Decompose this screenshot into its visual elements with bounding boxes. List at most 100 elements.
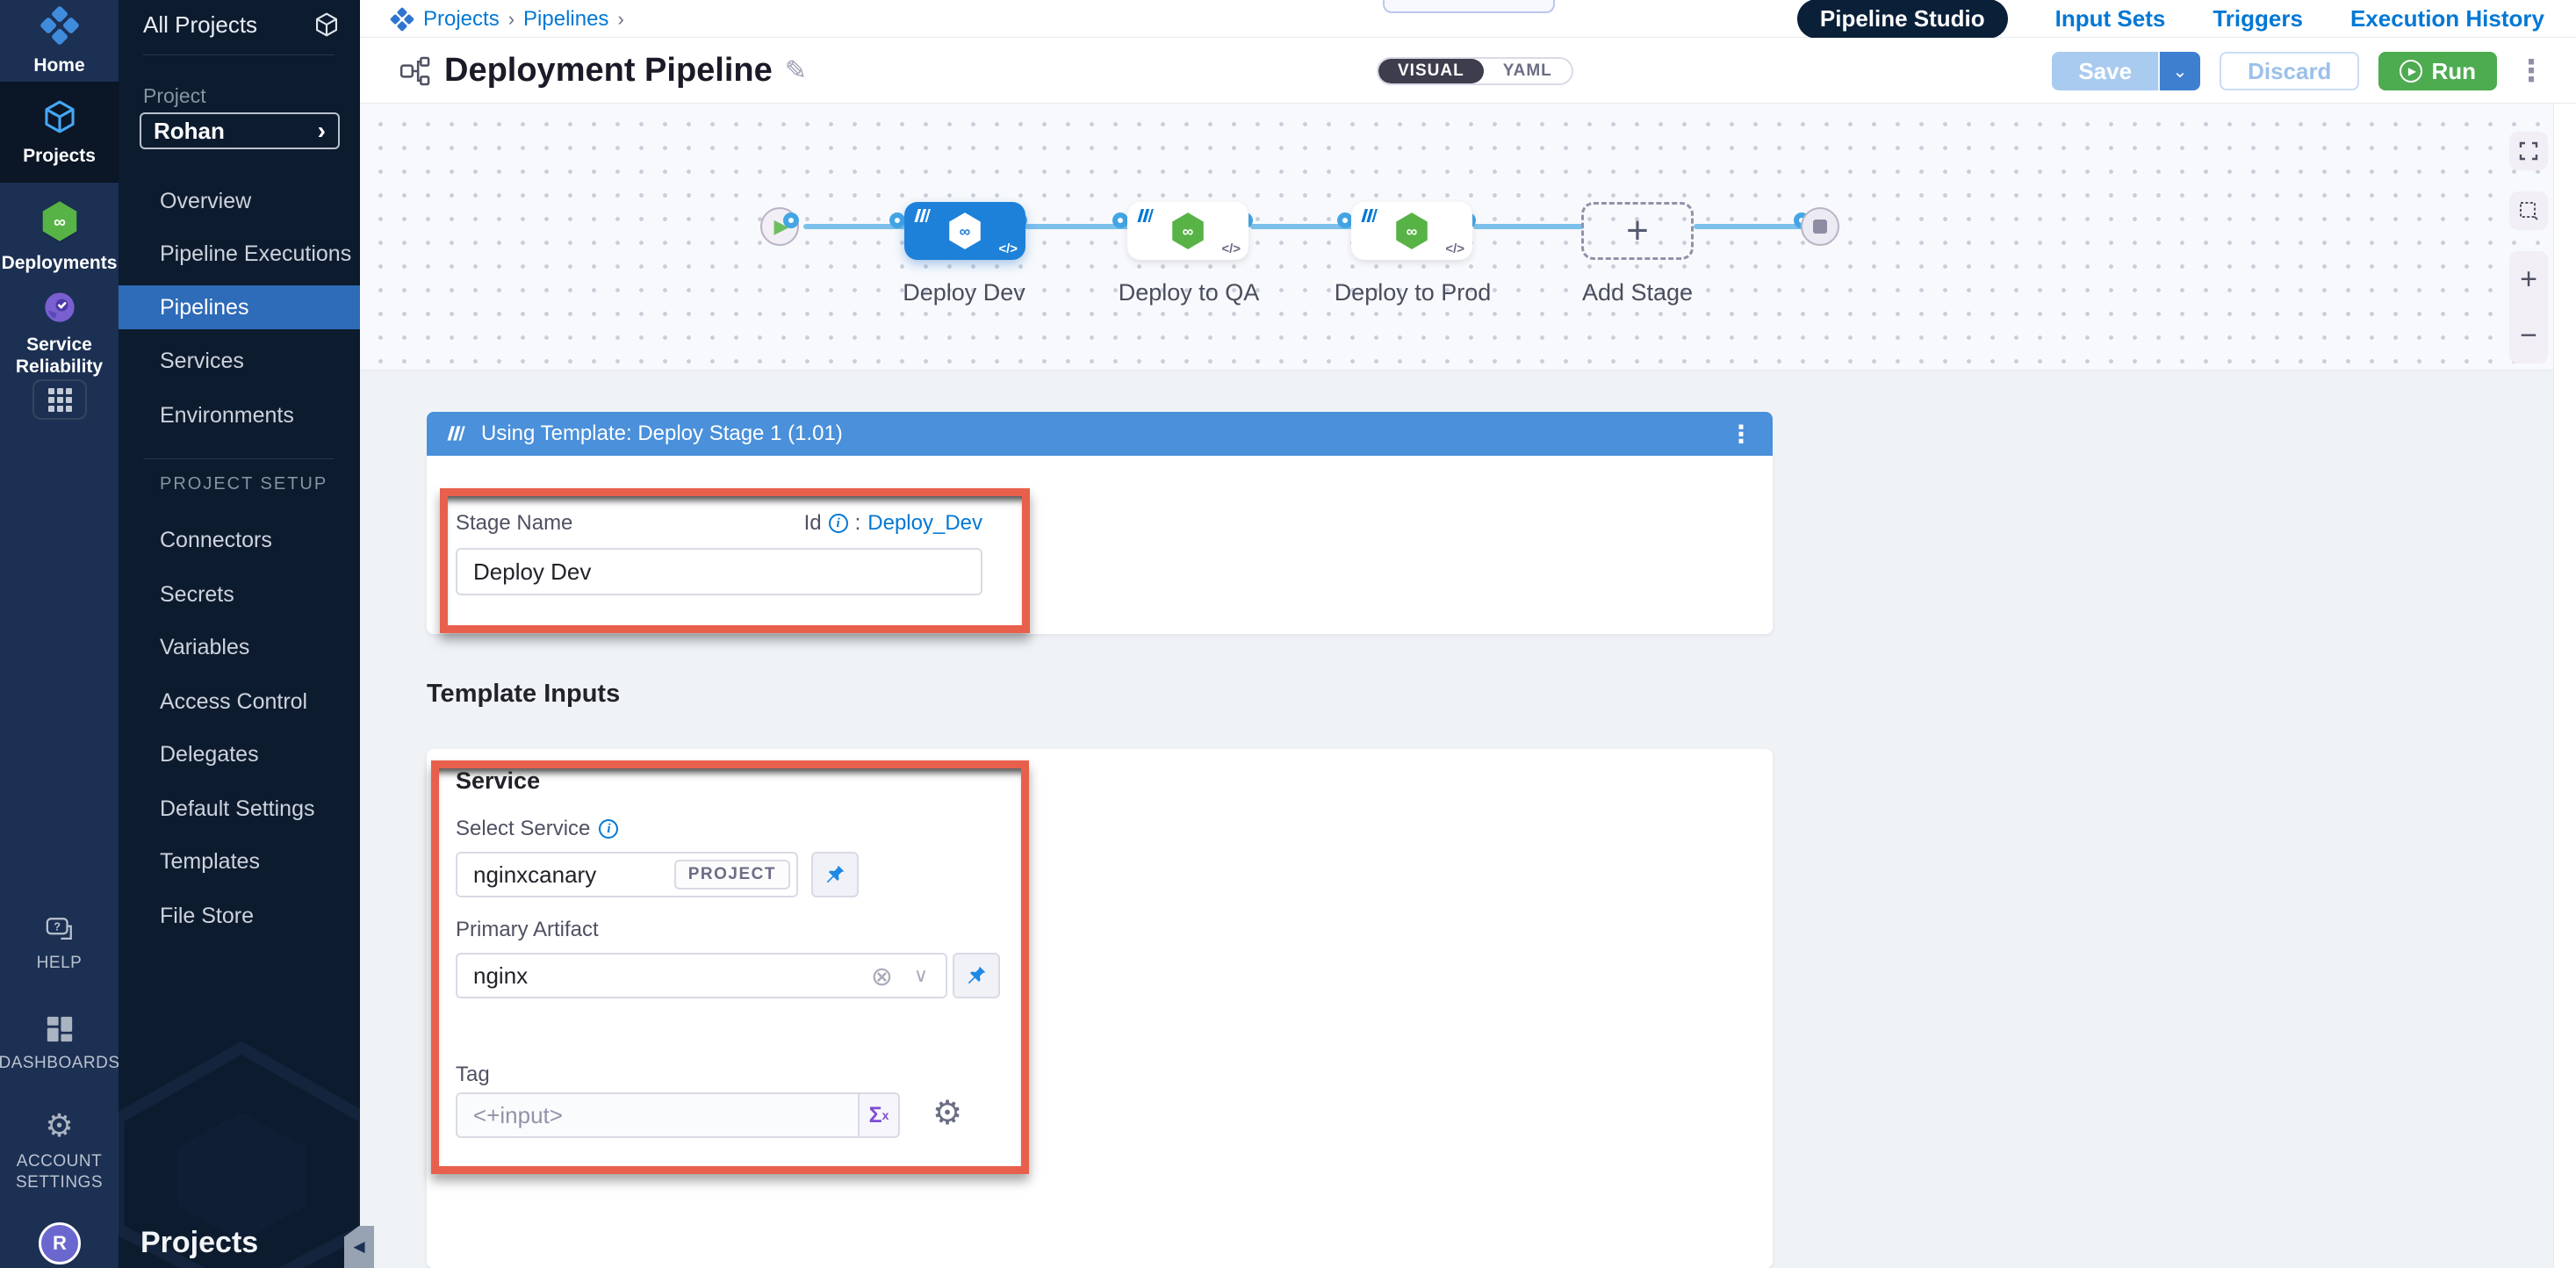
harness-logo-icon xyxy=(390,7,414,32)
module-switcher-button[interactable] xyxy=(32,379,87,420)
tab-pipeline-studio[interactable]: Pipeline Studio xyxy=(1797,0,2008,39)
tag-settings-gear-icon[interactable]: ⚙ xyxy=(932,1096,962,1129)
cd-hexagon-icon: ∞ xyxy=(1169,211,1206,251)
marquee-select-icon xyxy=(2518,200,2539,221)
sidebar-item-file-store[interactable]: File Store xyxy=(119,894,360,938)
code-icon: </> xyxy=(998,241,1018,256)
visual-yaml-toggle: VISUAL YAML xyxy=(1377,57,1573,85)
info-icon[interactable]: i xyxy=(599,819,618,839)
discard-button[interactable]: Discard xyxy=(2220,52,2359,90)
sidebar-item-label: Home xyxy=(33,54,84,76)
stage-node-deploy-to-prod[interactable]: ∞ </> xyxy=(1351,202,1472,260)
fullscreen-icon xyxy=(2518,140,2539,162)
stage-config-panel: Using Template: Deploy Stage 1 (1.01) ⋮ … xyxy=(360,371,2576,1268)
tab-input-sets[interactable]: Input Sets xyxy=(2055,5,2166,32)
chevron-down-icon[interactable]: ∨ xyxy=(914,965,928,987)
sidebar-item-label: HELP xyxy=(37,953,83,974)
sidebar-item-variables[interactable]: Variables xyxy=(119,625,360,669)
tab-execution-history[interactable]: Execution History xyxy=(2350,5,2544,32)
stop-icon xyxy=(1813,220,1827,234)
project-selector[interactable]: Rohan › xyxy=(140,112,340,149)
stage-name-card xyxy=(427,456,1773,634)
sidebar-item-service-reliability[interactable]: ServiceReliability xyxy=(0,290,119,378)
dashboards-icon xyxy=(45,1014,75,1044)
tab-triggers[interactable]: Triggers xyxy=(2213,5,2303,32)
sidebar-footer-title: Projects xyxy=(140,1226,258,1260)
expression-sigma-button[interactable]: Σx xyxy=(860,1092,900,1138)
sidebar-item-label: Service xyxy=(26,335,92,355)
template-banner-kebab[interactable]: ⋮ xyxy=(1729,420,1753,449)
scrollbar-track[interactable] xyxy=(2553,104,2576,1268)
edit-pencil-icon[interactable]: ✎ xyxy=(785,55,807,86)
sidebar-item-services[interactable]: Services xyxy=(119,339,360,383)
pipeline-end-node xyxy=(1801,207,1839,246)
cutoff-popover xyxy=(1383,0,1555,13)
stage-id-group: Id i : Deploy_Dev xyxy=(804,511,982,536)
pipeline-canvas[interactable]: ▶ ∞ </> ∞ </> ∞ </> xyxy=(360,104,2576,371)
code-icon: </> xyxy=(1221,241,1241,256)
sidebar-item-overview[interactable]: Overview xyxy=(119,179,360,223)
breadcrumb: Projects › Pipelines › xyxy=(390,0,624,38)
template-banner-text: Using Template: Deploy Stage 1 (1.01) xyxy=(481,421,843,446)
sidebar-item-account-settings[interactable]: ⚙ ACCOUNTSETTINGS xyxy=(0,1108,119,1196)
divider xyxy=(143,54,335,55)
template-badge-icon xyxy=(913,208,932,224)
sidebar-item-pipelines[interactable]: Pipelines xyxy=(119,285,360,329)
add-stage-label[interactable]: Add Stage xyxy=(1581,279,1694,306)
sidebar-item-home[interactable]: Home xyxy=(0,0,119,82)
sidebar-item-delegates[interactable]: Delegates xyxy=(119,732,360,776)
stage-label[interactable]: Deploy to Prod xyxy=(1307,279,1518,306)
project-label: Project xyxy=(143,84,206,108)
sidebar-item-help[interactable]: ? HELP xyxy=(0,913,119,976)
service-select-wrap: PROJECT xyxy=(456,852,798,897)
chevron-right-icon: › xyxy=(318,119,326,143)
clear-icon[interactable]: ⊗ xyxy=(871,962,893,992)
stage-name-input[interactable] xyxy=(456,548,982,595)
sidebar-item-projects[interactable]: Projects xyxy=(0,82,119,183)
save-button[interactable]: Save xyxy=(2052,52,2160,90)
sidebar-item-pipeline-executions[interactable]: Pipeline Executions xyxy=(119,232,360,276)
module-sidebar: Home Projects ∞ Deployments ServiceRelia… xyxy=(0,0,119,1268)
breadcrumb-projects[interactable]: Projects xyxy=(423,7,500,32)
zoom-out-button[interactable]: − xyxy=(2520,321,2537,350)
toggle-visual[interactable]: VISUAL xyxy=(1378,59,1484,83)
sidebar-item-templates[interactable]: Templates xyxy=(119,839,360,883)
add-stage-button[interactable]: + xyxy=(1581,202,1694,260)
sidebar-item-deployments[interactable]: ∞ Deployments xyxy=(0,183,119,290)
svg-text:∞: ∞ xyxy=(1183,222,1194,240)
more-options-kebab[interactable]: ⋮ xyxy=(2516,56,2546,86)
breadcrumb-pipelines[interactable]: Pipelines xyxy=(523,7,608,32)
scope-badge: PROJECT xyxy=(674,860,790,890)
sidebar-item-default-settings[interactable]: Default Settings xyxy=(119,787,360,831)
canvas-fit-screen-button[interactable] xyxy=(2509,132,2548,170)
stage-link xyxy=(1694,224,1808,229)
stage-label[interactable]: Deploy Dev xyxy=(876,279,1052,306)
main-area: Projects › Pipelines › Pipeline Studio I… xyxy=(360,0,2576,1268)
save-caret-button[interactable]: ⌄ xyxy=(2160,52,2200,90)
all-projects-link[interactable]: All Projects xyxy=(143,11,341,39)
cd-hexagon-icon: ∞ xyxy=(946,211,983,251)
connector-dot xyxy=(889,213,905,228)
toggle-yaml[interactable]: YAML xyxy=(1484,59,1572,83)
primary-artifact-pin-button[interactable] xyxy=(953,953,1000,998)
sidebar-item-connectors[interactable]: Connectors xyxy=(119,518,360,562)
user-avatar[interactable]: R xyxy=(39,1222,81,1264)
project-setup-header: PROJECT SETUP xyxy=(160,474,327,494)
stage-id-link[interactable]: Deploy_Dev xyxy=(867,511,982,536)
stage-label[interactable]: Deploy to QA xyxy=(1083,279,1294,306)
tag-input[interactable] xyxy=(456,1092,860,1138)
run-button[interactable]: ▶ Run xyxy=(2378,52,2497,90)
canvas-select-button[interactable] xyxy=(2509,191,2548,230)
service-pin-button[interactable] xyxy=(811,852,859,897)
info-icon[interactable]: i xyxy=(829,514,848,533)
grid-icon xyxy=(48,388,72,412)
stage-node-deploy-to-qa[interactable]: ∞ </> xyxy=(1127,202,1248,260)
sidebar-item-secrets[interactable]: Secrets xyxy=(119,573,360,616)
sidebar-item-dashboards[interactable]: DASHBOARDS xyxy=(0,1010,119,1078)
sidebar-item-environments[interactable]: Environments xyxy=(119,393,360,437)
stage-node-deploy-dev[interactable]: ∞ </> xyxy=(904,202,1025,260)
sidebar-item-label: Deployments xyxy=(2,252,118,274)
sidebar-item-access-control[interactable]: Access Control xyxy=(119,680,360,724)
zoom-in-button[interactable]: + xyxy=(2520,264,2537,294)
template-banner[interactable]: Using Template: Deploy Stage 1 (1.01) ⋮ xyxy=(427,412,1773,456)
